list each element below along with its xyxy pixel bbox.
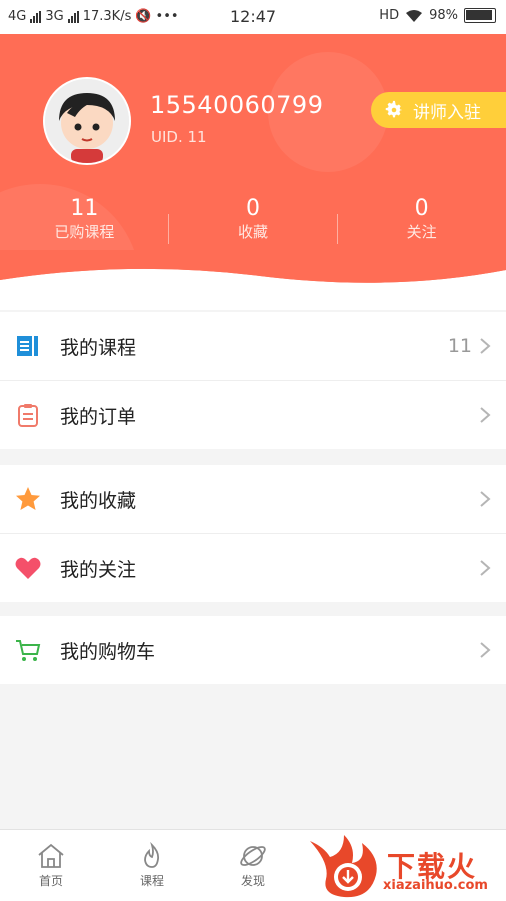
lecturer-apply-label: 讲师入驻 [413,102,481,123]
cart-icon [16,640,41,661]
menu-spacer [0,300,506,310]
stat-value: 0 [246,196,260,221]
menu-label: 我的订单 [60,405,137,428]
star-icon [16,487,40,510]
book-icon [17,336,38,356]
lecturer-apply-button[interactable]: 讲师入驻 [371,92,506,128]
stat-following[interactable]: 0 关注 [337,196,506,242]
menu-item-my-following[interactable]: 我的关注 [0,533,506,602]
chevron-right-icon [480,407,491,423]
clipboard-icon [18,404,38,427]
header-wave [0,250,506,300]
stat-label: 已购课程 [54,223,115,241]
stat-divider [168,214,169,244]
stat-label: 关注 [406,223,437,241]
menu-label: 我的课程 [60,336,137,359]
hd-label: HD [379,8,400,23]
clock: 12:47 [230,7,277,26]
mute-icon: 🔇 [135,9,152,24]
network-speed: 17.3K/s [82,9,132,24]
chevron-right-icon [480,560,491,576]
more-dots-icon: ••• [155,9,179,24]
tab-courses[interactable]: 课程 [122,842,182,889]
avatar[interactable] [43,77,131,165]
watermark-site: xiazaihuo.com [383,878,488,893]
gear-icon [385,100,403,118]
wifi-icon [406,9,423,22]
stat-purchased-courses[interactable]: 11 已购课程 [0,196,169,242]
signal-icon-2 [67,10,79,23]
stats-row: 11 已购课程 0 收藏 0 关注 [0,196,506,242]
stat-label: 收藏 [238,223,269,241]
flame-icon [144,842,160,868]
menu-label: 我的购物车 [60,640,156,663]
tab-label: 课程 [139,874,164,888]
user-uid: UID. 11 [151,128,207,146]
avatar-image [45,79,129,163]
tab-discover[interactable]: 发现 [223,842,283,889]
chevron-right-icon [480,491,491,507]
stat-value: 11 [70,196,99,221]
status-bar: 4G 3G 17.3K/s 🔇 ••• 12:47 HD 98% [0,0,506,34]
planet-icon [240,846,266,866]
chevron-right-icon [480,642,491,658]
stat-favorites[interactable]: 0 收藏 [169,196,338,242]
battery-icon [464,8,496,23]
network-label-3g: 3G [45,9,64,24]
chevron-right-icon [480,338,491,354]
menu-item-my-favorites[interactable]: 我的收藏 [0,465,506,533]
home-icon [38,843,64,868]
tab-label: 首页 [38,874,63,888]
menu-group-saved: 我的收藏 我的关注 [0,465,506,602]
battery-percent: 98% [429,8,458,23]
network-label-4g: 4G [8,9,27,24]
tab-label: 发现 [240,874,265,888]
user-phone: 15540060799 [150,91,324,119]
signal-icon [30,10,42,23]
menu-item-my-orders[interactable]: 我的订单 [0,380,506,449]
stat-value: 0 [414,196,429,221]
menu-group-courses: 我的课程 11 我的订单 [0,312,506,449]
menu-label: 我的关注 [60,558,137,581]
menu-label: 我的收藏 [60,489,137,512]
course-count: 11 [447,335,472,357]
heart-icon [15,557,41,579]
tab-home[interactable]: 首页 [21,842,81,889]
stat-divider [337,214,338,244]
menu-item-my-courses[interactable]: 我的课程 11 [0,312,506,380]
menu-item-my-cart[interactable]: 我的购物车 [0,616,506,684]
menu-group-cart: 我的购物车 [0,616,506,684]
